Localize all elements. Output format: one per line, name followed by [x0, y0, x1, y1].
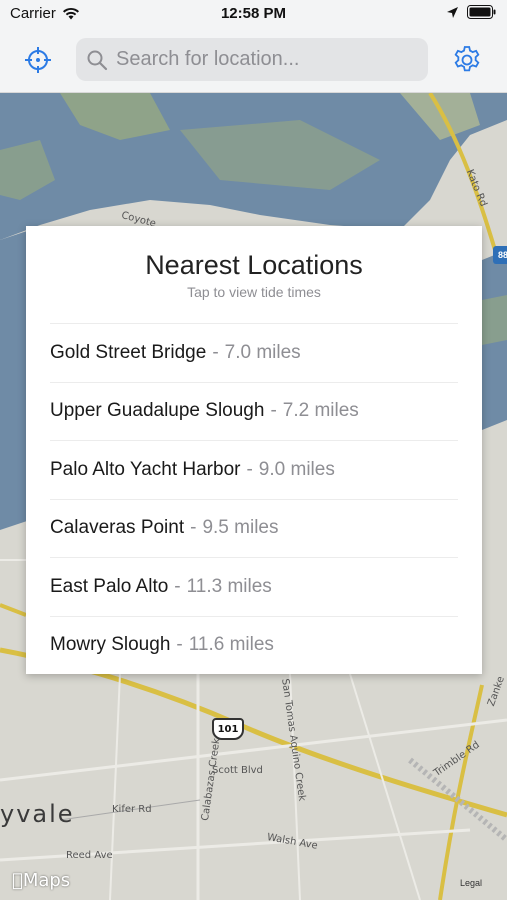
card-title: Nearest Locations	[145, 250, 363, 280]
location-name: Upper Guadalupe Slough	[50, 400, 265, 422]
maps-logo-text: Maps	[12, 870, 70, 891]
location-item-palo-alto-yacht-harbor[interactable]: Palo Alto Yacht Harbor - 9.0 miles	[50, 440, 458, 499]
legal-link[interactable]: Legal	[460, 878, 482, 888]
location-arrow-icon	[447, 6, 458, 18]
map-label-reed-ave: Reed Ave	[66, 850, 113, 861]
nearest-locations-card: Nearest Locations Tap to view tide times…	[26, 226, 482, 674]
location-separator: -	[212, 341, 219, 363]
location-separator: -	[174, 575, 181, 597]
location-separator: -	[176, 634, 183, 656]
location-separator: -	[246, 458, 253, 480]
location-list: Gold Street Bridge - 7.0 miles Upper Gua…	[50, 323, 458, 674]
highway-88-shield: 88	[493, 246, 507, 264]
location-item-gold-street-bridge[interactable]: Gold Street Bridge - 7.0 miles	[50, 323, 458, 382]
location-separator: -	[190, 517, 197, 539]
battery-icon	[467, 5, 496, 19]
nav-bar	[0, 28, 507, 93]
gear-icon	[454, 46, 480, 72]
location-distance: 7.2 miles	[282, 400, 359, 422]
location-distance: 7.0 miles	[224, 341, 301, 363]
search-icon	[87, 50, 108, 70]
locate-button[interactable]	[18, 40, 58, 80]
crosshair-icon	[25, 47, 51, 73]
status-right-group	[446, 5, 497, 19]
highway-101-shield: 101	[212, 718, 244, 740]
location-item-east-palo-alto[interactable]: East Palo Alto - 11.3 miles	[50, 557, 458, 616]
search-input[interactable]	[116, 48, 416, 71]
location-separator: -	[270, 400, 277, 422]
search-bar[interactable]	[76, 38, 428, 81]
location-name: Gold Street Bridge	[50, 341, 207, 363]
location-name: Palo Alto Yacht Harbor	[50, 458, 241, 480]
map-label-kifer-rd: Kifer Rd	[112, 804, 152, 815]
apple-icon: 	[12, 870, 23, 891]
location-distance: 9.0 miles	[258, 458, 335, 480]
status-bar: Carrier 12:58 PM	[0, 0, 507, 28]
location-item-upper-guadalupe-slough[interactable]: Upper Guadalupe Slough - 7.2 miles	[50, 381, 458, 441]
map-label-scott-blvd: Scott Blvd	[212, 765, 263, 776]
location-name: Mowry Slough	[50, 634, 171, 656]
status-time: 12:58 PM	[220, 5, 287, 22]
settings-button[interactable]	[447, 40, 487, 80]
location-distance: 11.6 miles	[188, 634, 274, 656]
location-name: Calaveras Point	[50, 517, 185, 539]
maps-logo: Maps	[12, 870, 70, 891]
location-distance: 11.3 miles	[186, 575, 272, 597]
location-distance: 9.5 miles	[202, 517, 279, 539]
location-item-calaveras-point[interactable]: Calaveras Point - 9.5 miles	[50, 498, 458, 558]
city-label: yvale	[0, 800, 75, 828]
card-subtitle: Tap to view tide times	[187, 284, 321, 300]
location-name: East Palo Alto	[50, 575, 169, 597]
location-item-mowry-slough[interactable]: Mowry Slough - 11.6 miles	[50, 615, 458, 675]
